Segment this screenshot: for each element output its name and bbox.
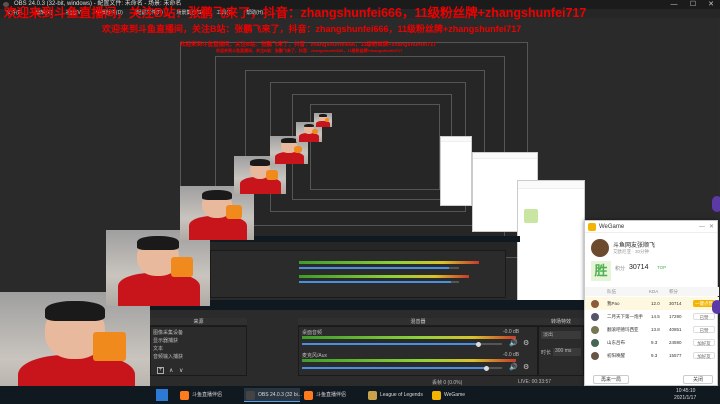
move-up-icon[interactable]: ∧	[169, 367, 173, 374]
start-icon[interactable]	[156, 389, 168, 401]
mixer-track-db: -0.0 dB	[503, 329, 520, 335]
side-widget-icon[interactable]	[712, 196, 720, 212]
volume-slider-fill	[302, 367, 486, 369]
nested-wegame-3	[440, 136, 472, 206]
status-live: LIVE: 00:33:57	[518, 379, 552, 385]
add-friend-button[interactable]: 加好友	[693, 352, 715, 359]
source-item[interactable]: 图像采集设备	[153, 329, 183, 336]
move-down-icon[interactable]: ∨	[179, 367, 183, 374]
taskbar-item[interactable]: League of Legends	[366, 388, 428, 402]
avatar	[591, 326, 599, 334]
wegame-title: WeGame	[599, 224, 625, 230]
volume-slider-knob[interactable]	[483, 365, 489, 371]
score-label: 积分	[615, 266, 626, 272]
overlay-text-1: 欢迎来到斗鱼直播间，关注B站：张鹏飞来了，抖音：zhangshunfei666，…	[4, 6, 587, 20]
avatar	[591, 300, 599, 308]
speaker-icon[interactable]: 🔊	[509, 363, 518, 371]
volume-meter	[302, 336, 516, 339]
source-item[interactable]: 音频输入捕获	[153, 353, 183, 360]
transitions-dock-header: 转场特效	[538, 318, 584, 326]
webcam-capture-nested-6	[314, 113, 332, 127]
table-row: 翻滚吧德玛西亚 13.8 40851 已赞	[585, 323, 719, 336]
maximize-button[interactable]: ☐	[684, 0, 702, 9]
score-value: 30714	[629, 264, 649, 271]
webcam-capture-nested-2	[180, 186, 254, 240]
sources-dock-header: 来源	[150, 318, 247, 326]
minimize-button[interactable]: —	[665, 0, 683, 9]
source-item[interactable]: 显示器捕获	[153, 337, 178, 344]
taskbar-item[interactable]: OBS 24.0.3 (32 bi...	[244, 388, 302, 402]
obs-icon	[246, 391, 255, 400]
gear-icon[interactable]: ⚙	[523, 363, 529, 371]
play-again-button[interactable]: 再来一局	[593, 375, 629, 384]
table-row: 二月天下第一炮手 14.5 17290 已赞	[585, 310, 719, 323]
side-widget-icon[interactable]	[712, 300, 720, 314]
status-dropped: 丢帧 0 (0.0%)	[432, 380, 463, 386]
wegame-logo-icon	[588, 223, 596, 231]
overlay-text-2: 欢迎来到斗鱼直播间，关注B站：张鹏飞来了，抖音：zhangshunfei666，…	[102, 24, 522, 34]
taskbar-item[interactable]: WeGame	[430, 388, 488, 402]
audio-mixer: 桌面音频 -0.0 dB 🔊 ⚙ 麦克风/Aux -0.0 dB 🔊 ⚙	[298, 326, 538, 376]
player-rank: 艾欧尼亚 · 30分钟	[613, 249, 650, 254]
speaker-icon[interactable]: 🔊	[509, 339, 518, 347]
nested-wegame-1	[517, 180, 585, 304]
windows-taskbar: 斗鱼直播伴侣 OBS 24.0.3 (32 bi... 斗鱼直播伴侣 Leagu…	[0, 386, 720, 404]
score-tag: TOP	[657, 265, 667, 270]
close-result-button[interactable]: 关闭	[683, 375, 713, 384]
overlay-text-3: 欢迎来到斗鱼直播间，关注B站：张鹏飞来了，抖音：zhangshunfei666，…	[180, 42, 437, 48]
nested-dock-area	[210, 250, 506, 298]
obs-window: OBS 24.0.3 (32-bit, windows) - 配置文件: 未命名…	[0, 0, 720, 404]
victory-badge: 胜	[591, 261, 611, 281]
transitions-panel: 淡出 时长 300 ms	[538, 326, 584, 376]
avatar	[591, 239, 609, 257]
taskbar-item[interactable]: 斗鱼直播伴侣	[178, 388, 242, 402]
source-item[interactable]: 文本	[153, 345, 163, 352]
add-friend-button[interactable]: 加好友	[693, 339, 715, 346]
volume-slider-knob[interactable]	[475, 341, 481, 347]
taskbar-item[interactable]: 斗鱼直播伴侣	[302, 388, 364, 402]
clock-date: 2021/1/17	[674, 395, 697, 401]
wegame-window: WeGame — ✕ 斗鱼网友张顺飞 艾欧尼亚 · 30分钟 胜 积分 3071…	[584, 220, 719, 386]
overlay-text-4: 欢迎来到斗鱼直播间，关注B站：张鹏飞来了，抖音：zhangshunfei666，…	[216, 48, 403, 53]
mixer-track-db: -0.0 dB	[503, 352, 520, 358]
table-row: 山东吕布 9.3 24590 加好友	[585, 336, 719, 349]
liked-button[interactable]: 已赞	[693, 326, 715, 333]
volume-slider[interactable]	[302, 341, 502, 347]
close-icon[interactable]: ✕	[709, 221, 714, 233]
avatar	[591, 313, 599, 321]
player-table: 我Pao 12.0 30714 一键点赞 二月天下第一炮手 14.5 17290…	[585, 297, 719, 362]
clock-time: 10:45:10	[676, 388, 696, 394]
table-row: 初阳唤醒 9.3 15577 加好友	[585, 349, 719, 362]
volume-meter	[302, 359, 516, 362]
mixer-dock-header: 混音器	[298, 318, 538, 326]
sources-list: 图像采集设备 显示器捕获 文本 音频输入捕获 + ∧ ∨	[150, 326, 247, 376]
wegame-icon	[432, 391, 441, 400]
player-table-header: 队伍 KDA 积分	[585, 287, 719, 296]
avatar	[591, 339, 599, 347]
duration-label: 时长	[541, 350, 552, 356]
league-of-legends-icon	[368, 391, 377, 400]
mixer-track-name: 桌面音频	[302, 330, 323, 336]
table-row: 我Pao 12.0 30714 一键点赞	[585, 297, 719, 310]
add-source-icon[interactable]: +	[157, 367, 164, 374]
close-button[interactable]: ✕	[702, 0, 720, 9]
avatar	[591, 352, 599, 360]
liked-button[interactable]: 已赞	[693, 313, 715, 320]
duration-input[interactable]: 300 ms	[553, 348, 581, 356]
player-name: 斗鱼网友张顺飞	[613, 243, 656, 249]
wegame-header: WeGame — ✕	[585, 221, 717, 233]
volume-slider[interactable]	[302, 365, 502, 371]
transition-select[interactable]: 淡出	[541, 331, 581, 339]
webcam-capture-nested-1	[106, 230, 210, 306]
mixer-track-name: 麦克风/Aux	[302, 353, 328, 359]
nested-taskbar-2	[148, 300, 584, 310]
minimize-icon[interactable]: —	[699, 221, 705, 233]
volume-slider-fill	[302, 343, 478, 345]
douyu-icon	[180, 391, 189, 400]
douyu-icon	[304, 391, 313, 400]
gear-icon[interactable]: ⚙	[523, 339, 529, 347]
